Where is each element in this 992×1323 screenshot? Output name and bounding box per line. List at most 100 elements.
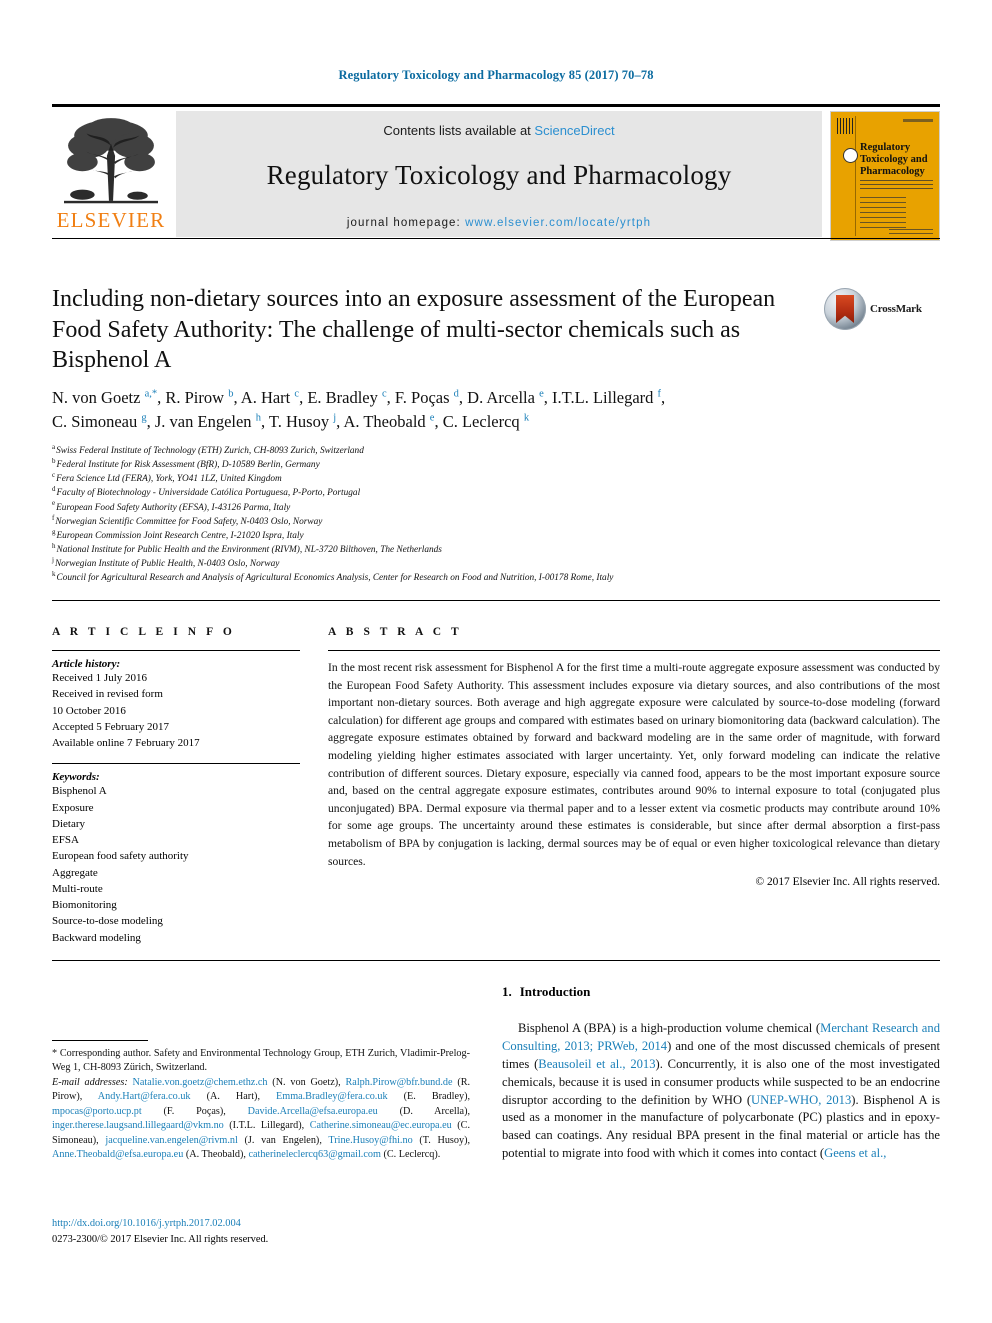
sciencedirect-link[interactable]: ScienceDirect [534,123,614,138]
list-item: Aggregate [52,866,98,879]
email-link[interactable]: Trine.Husoy@fhi.no [328,1135,412,1146]
footnote-section: * Corresponding author. Safety and Envir… [52,1040,470,1163]
section-number: 1. [502,984,512,999]
list-item: Exposure [52,801,94,814]
email-owner: (D. Arcella) [399,1105,468,1117]
homepage-url-link[interactable]: www.elsevier.com/locate/yrtph [465,217,651,229]
affiliation-text: Federal Institute for Risk Assessment (B… [56,460,320,471]
email-link[interactable]: Emma.Bradley@fera.co.uk [276,1091,388,1102]
article-history-label: Article history: [52,658,121,670]
footnote-rule [52,1040,148,1041]
email-link[interactable]: Andy.Hart@fera.co.uk [98,1091,191,1102]
article-info-section: A R T I C L E I N F O Article history: R… [52,626,300,946]
affiliation-text: National Institute for Public Health and… [56,544,442,555]
author-mark: c [294,388,300,400]
author-mark: b [228,388,234,400]
abstract-rule [328,650,940,651]
affiliation-item: gEuropean Commission Joint Research Cent… [52,527,932,543]
email-link[interactable]: Natalie.von.goetz@chem.ethz.ch [133,1077,268,1088]
email-link[interactable]: mpocas@porto.ucp.pt [52,1106,142,1117]
list-item: Multi-route [52,882,103,895]
citation-link[interactable]: Beausoleil et al., 2013 [538,1057,655,1071]
affiliation-text: Faculty of Biotechnology - Universidade … [56,488,361,499]
author-mark: h [255,412,261,424]
email-link[interactable]: inger.therese.laugsand.lillegaard@vkm.no [52,1120,224,1131]
cover-vertical-rule [855,116,856,236]
email-link[interactable]: Anne.Theobald@efsa.europa.eu [52,1149,183,1160]
email-owner: (N. von Goetz) [272,1076,339,1088]
cover-footer-lines [889,227,933,234]
corresponding-author-note: * Corresponding author. Safety and Envir… [52,1048,470,1074]
introduction-section: 1. Introduction Bisphenol A (BPA) is a hi… [502,984,940,1163]
elsevier-logo: ELSEVIER [52,111,170,241]
author-mark: d [453,388,459,400]
list-item: Biomonitoring [52,899,117,912]
journal-name: Regulatory Toxicology and Pharmacology [266,160,732,190]
abstract-copyright: © 2017 Elsevier Inc. All rights reserved… [755,876,940,889]
affiliation-text: European Commission Joint Research Centr… [56,530,304,541]
email-link[interactable]: jacqueline.van.engelen@rivm.nl [105,1135,237,1146]
citation-link[interactable]: UNEP-WHO, 2013 [751,1093,851,1107]
citation-link[interactable]: Geens et al., [824,1146,886,1160]
affiliation-text: Council for Agricultural Research and An… [56,573,614,584]
cover-subtitle-lines [860,180,933,189]
cover-title: Regulatory Toxicology and Pharmacology [860,142,928,177]
author-mark: g [141,412,147,424]
info-band-bottom-rule [52,960,940,961]
author-mark: e [539,388,544,400]
affiliation-mark: e [52,499,56,508]
list-item: Received in revised form [52,688,163,701]
affiliation-item: fNorwegian Scientific Committee for Food… [52,514,932,529]
cover-barcode-icon [837,118,853,134]
doi-link[interactable]: http://dx.doi.org/10.1016/j.yrtph.2017.0… [52,1216,470,1232]
author-mark: f [657,388,662,400]
list-item: European food safety authority [52,850,189,863]
affiliation-mark: h [52,541,56,550]
email-addresses-label: E-mail addresses: [52,1076,128,1088]
email-link[interactable]: Ralph.Pirow@bfr.bund.de [346,1077,453,1088]
email-link[interactable]: catherineleclercq63@gmail.com [248,1149,380,1160]
doi-section: http://dx.doi.org/10.1016/j.yrtph.2017.0… [52,1216,470,1247]
citation-link[interactable]: Merchant Research and Consulting, 2013; … [502,1021,940,1053]
affiliation-item: aSwiss Federal Institute of Technology (… [52,442,932,458]
cover-society-badge-icon [843,148,858,163]
affiliation-item: hNational Institute for Public Health an… [52,541,932,557]
running-head: Regulatory Toxicology and Pharmacology 8… [338,68,654,82]
affiliation-text: Norwegian Institute of Public Health, N-… [54,559,280,569]
elsevier-tree-icon [64,118,158,204]
title-area: Including non-dietary sources into an ex… [52,284,812,376]
journal-masthead: ELSEVIER Contents lists available at Sci… [52,104,940,241]
author-mark: k [523,412,530,424]
list-item: Available online 7 February 2017 [52,737,200,750]
email-owner: (J. van Engelen) [244,1134,320,1146]
affiliation-text: European Food Safety Authority (EFSA), I… [56,502,291,513]
cover-top-rule [903,119,933,122]
email-link[interactable]: Davide.Arcella@efsa.europa.eu [248,1106,378,1117]
list-item: Dietary [52,817,85,830]
email-owner: (A. Hart) [206,1091,258,1103]
list-item: Received 1 July 2016 [52,672,148,684]
affiliation-text: Swiss Federal Institute of Technology (E… [56,446,364,456]
article-history-list: Received 1 July 2016 Received in revised… [52,670,300,751]
affiliation-mark: j [52,555,54,564]
journal-cover-thumbnail: Regulatory Toxicology and Pharmacology [830,111,940,241]
crossmark-badge[interactable]: CrossMark [824,288,922,330]
affiliation-mark: a [52,442,56,451]
affiliation-mark: d [52,485,56,494]
author-mark: e [429,412,435,424]
abstract-heading: A B S T R A C T [328,626,463,638]
contents-line: Contents lists available at ScienceDirec… [176,111,822,138]
affiliation-mark: c [52,471,56,480]
introduction-heading: 1. Introduction [502,984,940,1000]
homepage-label: journal homepage: [346,217,466,229]
affiliation-mark: k [52,570,56,579]
email-owner: (T. Husoy) [419,1134,468,1146]
email-link[interactable]: Catherine.simoneau@ec.europa.eu [310,1120,452,1131]
list-item: Backward modeling [52,931,141,944]
keywords-list: Bisphenol A Exposure Dietary EFSA Europe… [52,783,300,946]
affiliation-item: eEuropean Food Safety Authority (EFSA), … [52,499,932,515]
affiliation-mark: g [52,527,56,536]
affiliation-item: cFera Science Ltd (FERA), York, YO41 1LZ… [52,472,932,486]
email-addresses-block: E-mail addresses: Natalie.von.goetz@chem… [52,1076,471,1161]
affiliation-item: dFaculty of Biotechnology - Universidade… [52,486,932,500]
